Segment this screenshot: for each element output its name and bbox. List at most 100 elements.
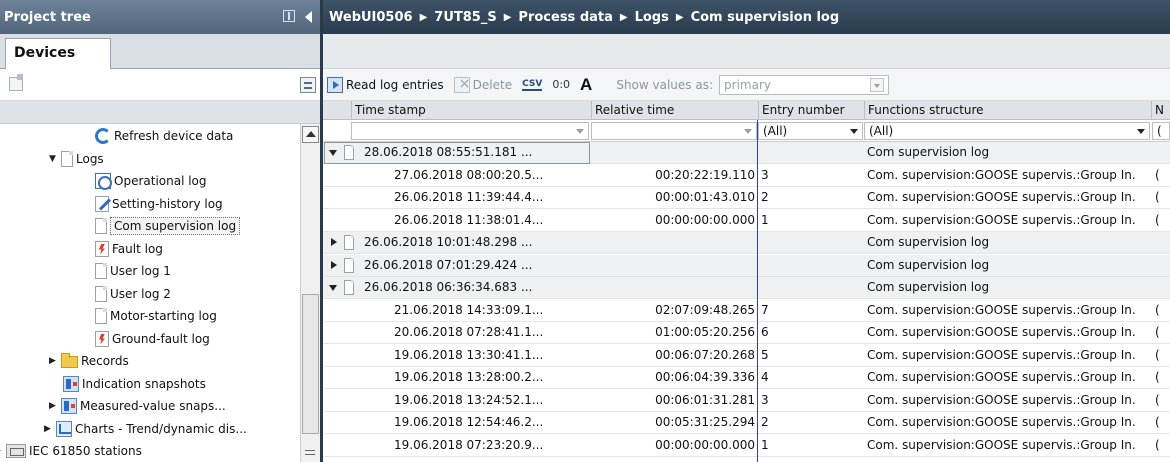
editor-tabbar xyxy=(323,34,1170,69)
tree-item[interactable]: ▶ Records xyxy=(49,350,129,372)
tree-item[interactable]: Com supervision log xyxy=(95,215,241,237)
group-row[interactable]: 26.06.2018 10:01:48.298 ... Com supervisi… xyxy=(323,232,1170,254)
tree-item-label: Refresh device data xyxy=(114,129,234,143)
filter-functions-structure-value: (All) xyxy=(869,124,894,138)
filter-time-stamp[interactable] xyxy=(351,122,589,140)
show-values-select[interactable]: primary xyxy=(719,74,890,95)
project-tree-scrollbar[interactable] xyxy=(300,124,320,462)
cell-n: ( xyxy=(1155,392,1160,407)
collapsed-arrow-icon[interactable]: ▶ xyxy=(49,356,61,366)
column-header-n[interactable]: N xyxy=(1151,101,1170,120)
tree-item[interactable]: Motor-starting log xyxy=(95,305,217,327)
breadcrumb-item[interactable]: 7UT85_S xyxy=(434,10,496,25)
scroll-thumb[interactable] xyxy=(302,294,319,434)
table-row[interactable]: 21.06.2018 14:33:09.1... 02:07:09:48.265 7… xyxy=(323,300,1170,322)
expanded-arrow-icon[interactable] xyxy=(329,150,337,156)
table-row[interactable]: 19.06.2018 07:23:20.9... 00:00:00:00.000 1… xyxy=(323,435,1170,457)
tree-item[interactable]: ▶ Charts - Trend/dynamic dis... xyxy=(44,418,247,440)
filter-entry-number-value: (All) xyxy=(763,124,788,138)
cell-time-stamp: 19.06.2018 13:28:00.2... xyxy=(394,370,544,384)
cell-time-stamp: 26.06.2018 07:01:29.424 ... xyxy=(364,257,533,272)
font-size-icon[interactable]: A xyxy=(580,75,592,95)
tree-item[interactable]: ▶ Measured-value snaps... xyxy=(49,395,226,417)
cell-entry-number: 3 xyxy=(761,392,769,407)
hex-format-icon[interactable]: 0:0 xyxy=(552,78,570,91)
cell-n: ( xyxy=(1155,302,1160,317)
column-header-time-stamp[interactable]: Time stamp xyxy=(351,101,591,120)
filter-entry-number[interactable]: (All) xyxy=(758,122,863,140)
column-header-entry-number[interactable]: Entry number xyxy=(758,101,864,120)
tree-item[interactable]: ▼ Logs xyxy=(49,148,104,170)
table-row[interactable]: 19.06.2018 13:28:00.2... 00:06:04:39.336 4… xyxy=(323,367,1170,389)
tree-item[interactable]: Fault log xyxy=(95,238,163,260)
collapsed-arrow-icon[interactable] xyxy=(331,260,337,269)
scroll-up-button[interactable] xyxy=(302,126,319,143)
group-row[interactable]: 28.06.2018 08:55:51.181 ... Com supervisi… xyxy=(323,142,1170,164)
page-icon xyxy=(95,218,107,234)
tree-item[interactable]: Setting-history log xyxy=(95,193,223,215)
filter-functions-structure[interactable]: (All) xyxy=(864,122,1150,140)
cell-n xyxy=(1152,255,1170,277)
tree-item[interactable]: Operational log xyxy=(95,170,207,192)
details-view-icon[interactable] xyxy=(300,77,316,93)
cell-functions-structure: Com. supervision:GOOSE supervis.:Group I… xyxy=(867,392,1136,407)
read-log-entries-button[interactable]: Read log entries xyxy=(327,76,444,93)
cell-relative-time xyxy=(591,232,758,254)
table-row[interactable]: 20.06.2018 07:28:41.1... 01:00:05:20.256 6… xyxy=(323,322,1170,344)
cell-entry-number xyxy=(758,142,864,164)
expanded-arrow-icon[interactable] xyxy=(329,285,337,291)
group-row[interactable]: 26.06.2018 07:01:29.424 ... Com supervisi… xyxy=(323,254,1170,277)
breadcrumb-item[interactable]: WebUI0506 xyxy=(329,10,413,25)
cell-entry-number: 2 xyxy=(761,415,769,429)
cell-n: ( xyxy=(1155,437,1160,452)
collapse-panel-icon[interactable] xyxy=(305,11,312,23)
group-row[interactable]: 26.06.2018 06:36:34.683 ... Com supervisi… xyxy=(323,277,1170,299)
log-editor: WebUI0506 ▶ 7UT85_S ▶ Process data ▶ Logs ▶ Com … xyxy=(323,0,1170,462)
table-row[interactable]: 19.06.2018 12:54:46.2... 00:05:31:25.294 2… xyxy=(323,412,1170,434)
cell-functions-structure: Com. supervision:GOOSE supervis.:Group I… xyxy=(867,437,1136,452)
collapsed-arrow-icon[interactable] xyxy=(331,238,337,246)
delete-button[interactable]: Delete xyxy=(453,76,512,93)
cell-relative-time xyxy=(591,142,758,164)
tree-item[interactable]: User log 2 xyxy=(95,283,171,305)
add-device-icon[interactable] xyxy=(9,74,23,91)
tree-item[interactable]: ▶IEC 61850 stations xyxy=(0,440,142,462)
table-row[interactable]: 19.06.2018 13:24:52.1... 00:06:01:31.281 3… xyxy=(323,390,1170,412)
tree-item[interactable]: Refresh device data xyxy=(95,125,233,147)
tab-devices[interactable]: Devices xyxy=(5,38,111,70)
cell-n: ( xyxy=(1155,370,1160,384)
expanded-arrow-icon[interactable]: ▼ xyxy=(49,154,61,164)
breadcrumb-item[interactable]: Com supervision log xyxy=(691,10,840,25)
pin-icon[interactable] xyxy=(283,10,295,22)
page-icon xyxy=(95,308,107,324)
tree-item[interactable]: Indication snapshots xyxy=(63,373,206,395)
chevron-down-icon xyxy=(1134,125,1147,137)
cell-time-stamp: 19.06.2018 13:24:52.1... xyxy=(394,392,544,407)
cell-functions-structure: Com. supervision:GOOSE supervis.:Group I… xyxy=(867,415,1136,429)
column-header-relative-time[interactable]: Relative time xyxy=(591,101,758,120)
snapshot-icon xyxy=(63,375,79,392)
log-page-icon xyxy=(344,257,354,273)
filter-n[interactable]: ( xyxy=(1152,122,1170,140)
breadcrumb-item[interactable]: Process data xyxy=(518,10,612,25)
column-header-functions-structure[interactable]: Functions structure xyxy=(864,101,1151,120)
refresh-icon xyxy=(95,128,111,144)
breadcrumb-item[interactable]: Logs xyxy=(635,10,669,25)
tree-item[interactable]: User log 1 xyxy=(95,260,171,282)
table-row[interactable]: 19.06.2018 13:30:41.1... 00:06:07:20.268 5… xyxy=(323,345,1170,367)
table-row[interactable]: 26.06.2018 11:39:44.4... 00:00:01:43.010 2… xyxy=(323,187,1170,209)
filter-row: (All) (All) ( xyxy=(323,120,1170,142)
chevron-down-icon xyxy=(741,125,754,137)
export-csv-icon[interactable]: CSV xyxy=(522,79,543,91)
table-row[interactable]: 26.06.2018 11:38:01.4... 00:00:00:00.000 1… xyxy=(323,210,1170,232)
filter-relative-time[interactable] xyxy=(591,122,757,140)
pen-icon xyxy=(95,195,109,212)
log-page-icon xyxy=(344,235,354,250)
collapsed-arrow-icon[interactable]: ▶ xyxy=(49,401,61,411)
cell-functions-structure: Com. supervision:GOOSE supervis.:Group I… xyxy=(867,325,1136,339)
table-row[interactable]: 27.06.2018 08:00:20.5... 00:20:22:19.110 3… xyxy=(323,165,1170,187)
folder-icon xyxy=(61,353,78,368)
collapsed-arrow-icon[interactable]: ▶ xyxy=(44,424,56,434)
cell-entry-number: 4 xyxy=(761,370,769,384)
tree-item[interactable]: Ground-fault log xyxy=(95,328,210,350)
